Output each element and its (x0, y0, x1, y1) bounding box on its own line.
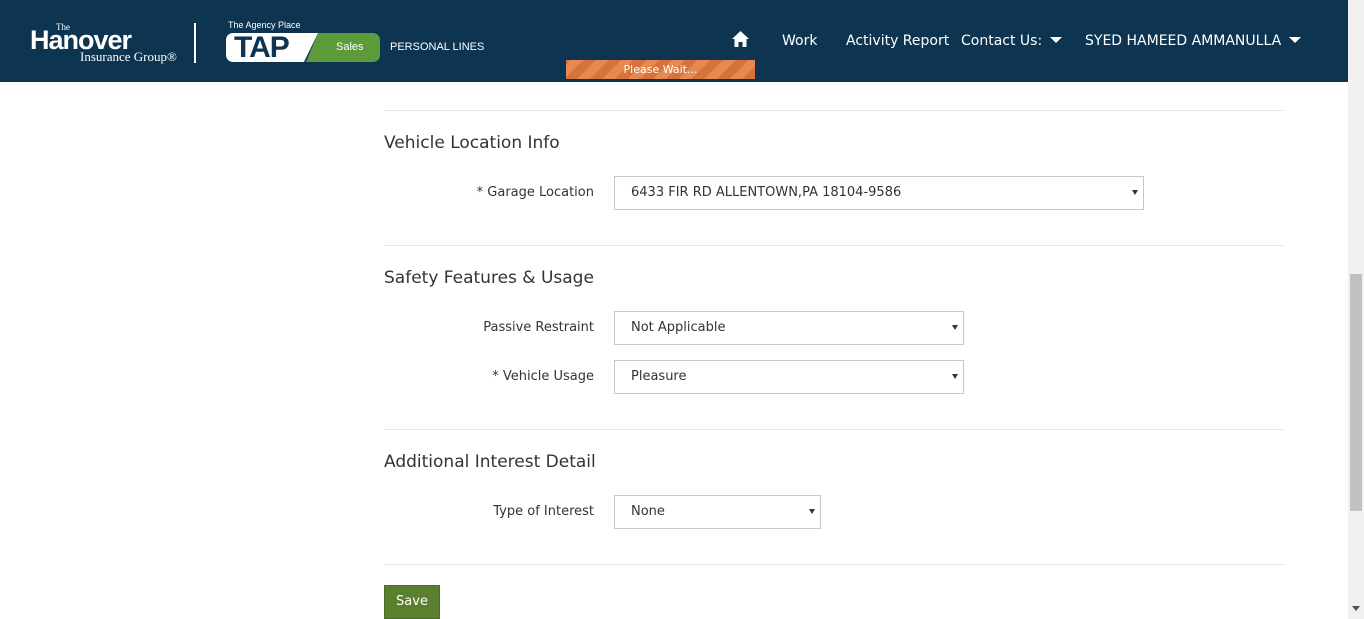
dropdown-arrow-icon (1132, 190, 1138, 195)
section-divider (384, 245, 1284, 246)
garage-location-value: 6433 FIR RD ALLENTOWN,PA 18104-9586 (631, 185, 902, 200)
section-divider (384, 429, 1284, 430)
dropdown-arrow-icon (952, 374, 958, 379)
vehicle-usage-select[interactable]: Pleasure (614, 360, 964, 394)
logo-group: Insurance Group® (80, 49, 177, 64)
sales-label: Sales (336, 41, 364, 53)
type-of-interest-value: None (631, 504, 665, 519)
save-button[interactable]: Save (384, 585, 440, 619)
tap-agency-place: The Agency Place (228, 20, 301, 30)
garage-location-select[interactable]: 6433 FIR RD ALLENTOWN,PA 18104-9586 (614, 176, 1144, 210)
vehicle-usage-label: * Vehicle Usage (492, 369, 594, 384)
section-title-safety: Safety Features & Usage (384, 268, 594, 288)
top-header: The Hanover Insurance Group® The Agency … (0, 0, 1348, 82)
please-wait-indicator: Please Wait... (566, 60, 755, 79)
sales-badge: Sales (306, 33, 380, 62)
section-title-additional-interest: Additional Interest Detail (384, 452, 596, 472)
dropdown-arrow-icon (809, 509, 815, 514)
section-divider (384, 110, 1284, 111)
personal-lines-label: PERSONAL LINES (390, 41, 485, 53)
passive-restraint-select[interactable]: Not Applicable (614, 311, 964, 345)
section-divider (384, 564, 1284, 565)
nav-user-menu[interactable]: SYED HAMEED AMMANULLA (1085, 33, 1302, 49)
scroll-down-arrow-icon[interactable] (1352, 606, 1360, 611)
hanover-logo[interactable]: The Hanover Insurance Group® (30, 22, 177, 66)
scrollbar-thumb[interactable] (1350, 274, 1362, 511)
dropdown-arrow-icon (952, 325, 958, 330)
nav-activity-report[interactable]: Activity Report (846, 33, 949, 49)
type-of-interest-label: Type of Interest (493, 504, 594, 519)
passive-restraint-value: Not Applicable (631, 320, 726, 335)
chevron-down-icon (1289, 37, 1302, 43)
tap-logo[interactable]: The Agency Place Sales TAP PERSONAL LINE… (226, 20, 506, 66)
nav-contact-us[interactable]: Contact Us: (961, 33, 1063, 49)
garage-location-label: * Garage Location (476, 185, 594, 200)
nav-work[interactable]: Work (782, 33, 817, 49)
type-of-interest-select[interactable]: None (614, 495, 821, 529)
tap-mark: TAP (226, 33, 318, 62)
home-icon[interactable] (732, 31, 749, 47)
section-title-vehicle-location: Vehicle Location Info (384, 133, 560, 153)
page-scrollbar[interactable] (1348, 0, 1364, 619)
tap-label: TAP (234, 31, 290, 64)
chevron-down-icon (1050, 37, 1063, 43)
passive-restraint-label: Passive Restraint (483, 320, 594, 335)
user-name: SYED HAMEED AMMANULLA (1085, 33, 1282, 49)
vehicle-usage-value: Pleasure (631, 369, 687, 384)
header-divider (194, 23, 196, 63)
contact-us-label: Contact Us: (961, 33, 1043, 49)
